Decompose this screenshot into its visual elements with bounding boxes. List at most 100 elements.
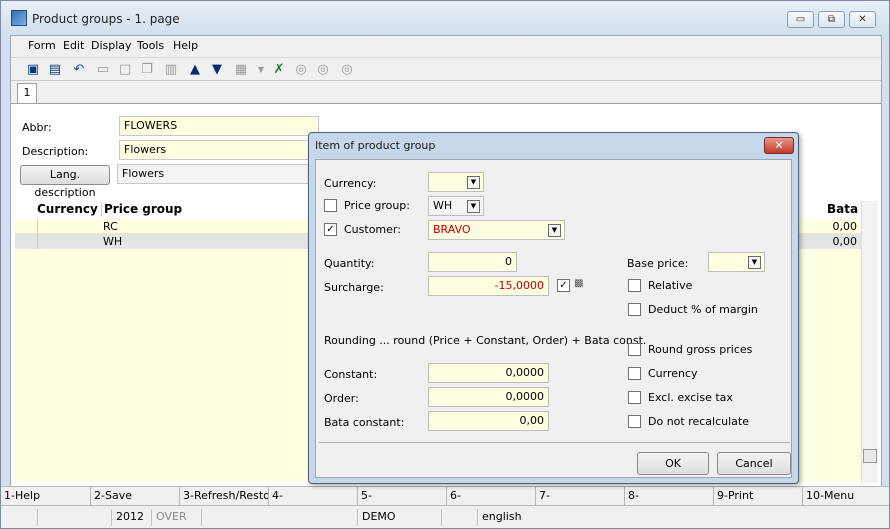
menu-form[interactable]: Form: [28, 39, 56, 52]
toolbar: ▣ ▤ ↶ ▭ □ ❐ ▥ ▲ ▼ ▦ ▼ ✗ ◎ ◎ ◎: [11, 57, 881, 81]
item-dialog: Item of product group ✕ Currency: ▼ Pric…: [308, 132, 799, 484]
title-bar: Product groups - 1. page ▭ ⧉ ✕: [1, 1, 889, 35]
fkey-9[interactable]: 9-Print: [713, 487, 802, 506]
chevron-down-icon[interactable]: ▼: [748, 256, 761, 269]
filter-icon[interactable]: ✗: [271, 62, 287, 78]
export-icon[interactable]: ▦: [233, 62, 249, 78]
chevron-down-icon[interactable]: ▼: [253, 62, 269, 78]
undo-icon[interactable]: ↶: [71, 62, 87, 78]
menu-bar: Form Edit Display Tools Help: [11, 36, 881, 56]
book-icon[interactable]: ▥: [163, 62, 179, 78]
surcharge-input[interactable]: -15,0000: [428, 276, 549, 296]
dialog-close-button[interactable]: ✕: [764, 137, 794, 154]
currency-label: Currency:: [324, 177, 377, 190]
save-close-icon[interactable]: ▤: [47, 62, 63, 78]
bata-constant-input[interactable]: 0,00: [428, 411, 549, 431]
price-group-label: Price group:: [344, 199, 410, 212]
description-label: Description:: [22, 145, 89, 158]
lang-description-value: Flowers: [117, 164, 319, 184]
row-price-group-cell: WH: [103, 235, 123, 248]
relative-checkbox[interactable]: [628, 279, 641, 292]
customer-checkbox[interactable]: ✓: [324, 223, 337, 236]
excl-excise-checkbox[interactable]: [628, 391, 641, 404]
row-bata-cell: 0,00: [832, 220, 858, 233]
customer-label: Customer:: [344, 223, 401, 236]
arrow-down-icon[interactable]: ▼: [209, 62, 225, 78]
price-group-checkbox[interactable]: [324, 199, 337, 212]
ok-button[interactable]: OK: [637, 452, 709, 475]
order-label: Order:: [324, 392, 359, 405]
chevron-down-icon[interactable]: ▼: [467, 176, 480, 189]
price-group-value: WH: [433, 199, 453, 212]
surcharge-checkbox[interactable]: ✓: [557, 279, 570, 292]
relative-label: Relative: [648, 279, 693, 292]
fkey-10[interactable]: 10-Menu: [802, 487, 888, 506]
close-button[interactable]: ✕: [849, 11, 876, 28]
restore-button[interactable]: ⧉: [818, 11, 845, 28]
customer-select[interactable]: BRAVO ▼: [428, 220, 565, 240]
quantity-label: Quantity:: [324, 257, 375, 270]
description-input[interactable]: Flowers: [119, 140, 319, 160]
column-currency[interactable]: Currency: [37, 202, 99, 217]
new-doc-icon[interactable]: □: [117, 62, 133, 78]
status-db: DEMO: [357, 509, 441, 526]
chevron-down-icon[interactable]: ▼: [548, 224, 561, 237]
deduct-margin-checkbox[interactable]: [628, 303, 641, 316]
row-currency-cell: [37, 219, 99, 234]
price-group-select[interactable]: WH ▼: [428, 196, 484, 216]
column-bata[interactable]: Bata: [827, 202, 858, 217]
lang-description-button[interactable]: Lang. description: [20, 165, 110, 199]
base-price-select[interactable]: ▼: [708, 252, 765, 272]
tab-1[interactable]: 1: [17, 83, 37, 104]
chevron-down-icon[interactable]: ▼: [467, 200, 480, 213]
window-title: Product groups - 1. page: [32, 12, 180, 26]
rounding-text: Rounding ... round (Price + Constant, Or…: [324, 334, 647, 347]
function-key-bar: 1-Help 2-Save 3-Refresh/Restor 4- 5- 6- …: [1, 486, 889, 506]
no-recalc-checkbox[interactable]: [628, 415, 641, 428]
menu-display[interactable]: Display: [91, 39, 132, 52]
copy-icon[interactable]: ❐: [139, 62, 155, 78]
order-input[interactable]: 0,0000: [428, 387, 549, 407]
binoculars-next-icon[interactable]: ◎: [339, 62, 355, 78]
binoculars-icon[interactable]: ◎: [293, 62, 309, 78]
fkey-3[interactable]: 3-Refresh/Restor: [179, 487, 268, 506]
currency-select[interactable]: ▼: [428, 172, 484, 192]
abbr-input[interactable]: FLOWERS: [119, 116, 319, 136]
fkey-4[interactable]: 4-: [268, 487, 357, 506]
row-bata-cell: 0,00: [832, 235, 858, 248]
open-folder-icon[interactable]: ▭: [95, 62, 111, 78]
tab-strip: 1: [11, 82, 881, 104]
cancel-button[interactable]: Cancel: [717, 452, 791, 475]
constant-input[interactable]: 0,0000: [428, 363, 549, 383]
fkey-2[interactable]: 2-Save: [90, 487, 179, 506]
menu-tools[interactable]: Tools: [137, 39, 164, 52]
round-gross-label: Round gross prices: [648, 343, 753, 356]
minimize-button[interactable]: ▭: [787, 11, 814, 28]
no-recalc-label: Do not recalculate: [648, 415, 749, 428]
status-bar: 2012 OVER DEMO english: [1, 505, 889, 528]
quantity-input[interactable]: 0: [428, 252, 517, 272]
vertical-scrollbar[interactable]: [861, 201, 878, 483]
binoculars-prev-icon[interactable]: ◎: [315, 62, 331, 78]
scroll-thumb[interactable]: [863, 449, 877, 463]
dialog-title: Item of product group: [315, 139, 436, 152]
column-price-group[interactable]: Price group: [101, 202, 182, 217]
menu-edit[interactable]: Edit: [63, 39, 84, 52]
round-gross-checkbox[interactable]: [628, 343, 641, 356]
status-year: 2012: [111, 509, 151, 526]
abbr-label: Abbr:: [22, 121, 52, 134]
menu-help[interactable]: Help: [173, 39, 198, 52]
base-price-label: Base price:: [627, 257, 689, 270]
fkey-8[interactable]: 8-: [624, 487, 713, 506]
status-lang: english: [477, 509, 889, 526]
fkey-7[interactable]: 7-: [535, 487, 624, 506]
fkey-6[interactable]: 6-: [446, 487, 535, 506]
save-icon[interactable]: ▣: [25, 62, 41, 78]
arrow-up-icon[interactable]: ▲: [187, 62, 203, 78]
dialog-separator: [319, 442, 790, 443]
currency-checkbox[interactable]: [628, 367, 641, 380]
bata-constant-label: Bata constant:: [324, 416, 405, 429]
fkey-1[interactable]: 1-Help: [1, 487, 90, 506]
percent-icon[interactable]: ▩: [574, 278, 583, 289]
fkey-5[interactable]: 5-: [357, 487, 446, 506]
